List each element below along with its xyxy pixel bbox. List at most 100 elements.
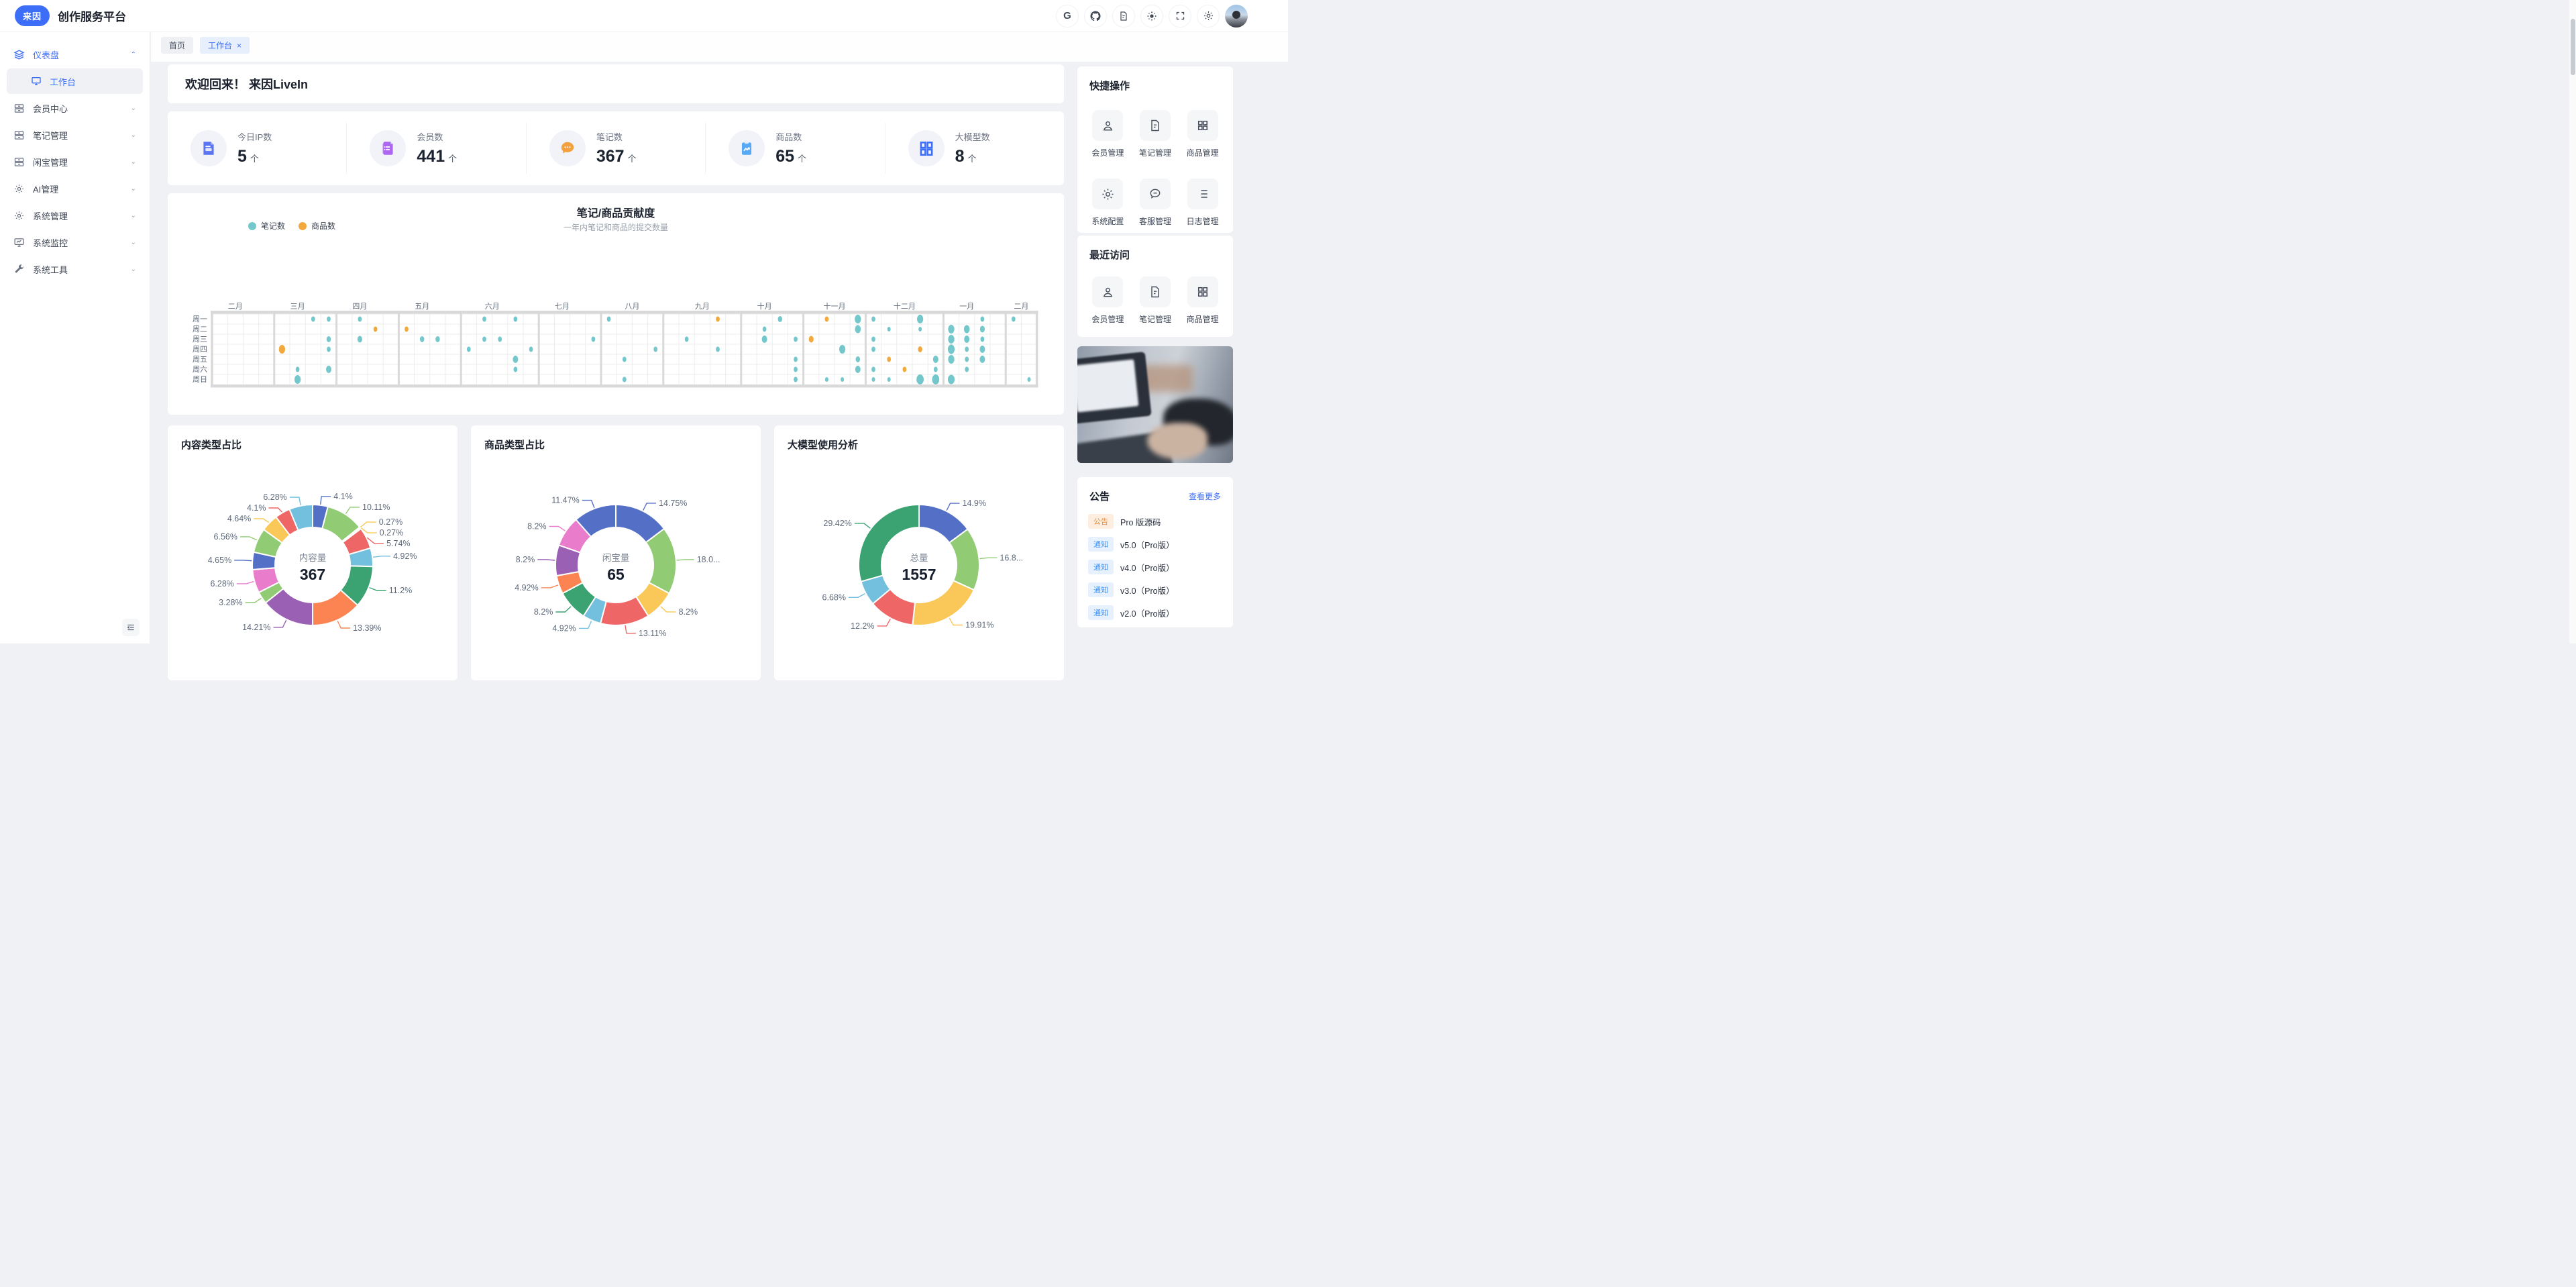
tab-workbench[interactable]: 工作台 × (200, 37, 250, 54)
wrench-icon (13, 264, 25, 275)
recent-visit-1[interactable]: 笔记管理 (1132, 276, 1179, 325)
recent-visits-card: 最近访问 会员管理 笔记管理 商品管理 (1077, 236, 1233, 337)
svg-text:四月: 四月 (352, 303, 367, 311)
quick-action-4[interactable]: 客服管理 (1132, 178, 1179, 227)
svg-text:4.1%: 4.1% (333, 492, 353, 501)
sidebar-item-notes[interactable]: 笔记管理 ⌄ (7, 122, 143, 148)
quick-action-3[interactable]: 系统配置 (1084, 178, 1132, 227)
svg-text:周四: 周四 (193, 345, 207, 354)
gitee-icon[interactable]: G (1056, 5, 1079, 28)
sidebar-collapse-button[interactable] (122, 619, 140, 636)
window-scrollbar[interactable] (2569, 0, 2576, 644)
contribution-chart-card: 笔记/商品贡献度 一年内笔记和商品的提交数量 笔记数 商品数 二月三月四月五月六… (168, 193, 1064, 415)
legend-products[interactable]: 商品数 (299, 220, 335, 231)
top-navbar: 来因 创作服务平台 G (0, 0, 1288, 32)
document-icon[interactable] (1112, 5, 1135, 28)
sidebar-item-monitor[interactable]: 系统监控 ⌄ (7, 229, 143, 255)
sidebar-item-system[interactable]: 系统管理 ⌄ (7, 203, 143, 228)
model-usage-donut: 14.9%16.8...19.91%12.2%6.68%29.42%总量 155… (774, 452, 1064, 678)
svg-text:11.47%: 11.47% (551, 496, 579, 505)
welcome-card: 欢迎回来！ 来因LiveIn (168, 64, 1064, 103)
svg-text:6.68%: 6.68% (822, 593, 846, 602)
svg-text:8.2%: 8.2% (679, 607, 698, 617)
svg-text:4.92%: 4.92% (515, 583, 538, 593)
svg-text:十月: 十月 (757, 301, 772, 311)
svg-text:6.28%: 6.28% (263, 493, 286, 502)
svg-text:18.0...: 18.0... (697, 555, 720, 564)
sidebar-item-label: 系统管理 (33, 209, 68, 222)
quick-action-5[interactable]: 日志管理 (1179, 178, 1226, 227)
user-avatar[interactable] (1225, 5, 1248, 28)
quick-action-2[interactable]: 商品管理 (1179, 110, 1226, 158)
announcement-badge: 通知 (1088, 605, 1114, 620)
svg-text:0.27%: 0.27% (380, 528, 403, 537)
svg-text:11.2%: 11.2% (389, 586, 413, 595)
monitor-icon (31, 76, 42, 87)
quick-action-0[interactable]: 会员管理 (1084, 110, 1132, 158)
stat-members: 会员数 441个 (347, 123, 526, 174)
legend-notes[interactable]: 笔记数 (248, 220, 285, 231)
settings-gear-icon[interactable] (1197, 5, 1220, 28)
document-icon (1140, 276, 1171, 307)
announcement-item-0[interactable]: 公告 Pro 版源码 (1088, 514, 1222, 529)
sidebar-item-ai[interactable]: AI管理 ⌄ (7, 176, 143, 201)
quick-action-1[interactable]: 笔记管理 (1132, 110, 1179, 158)
svg-text:367: 367 (300, 566, 325, 583)
sidebar-item-workbench[interactable]: 工作台 (7, 68, 143, 94)
github-icon[interactable] (1084, 5, 1107, 28)
svg-text:6.56%: 6.56% (214, 532, 237, 542)
sidebar-subitem-label: 工作台 (50, 75, 76, 88)
monitor-chart-icon (13, 237, 25, 248)
chevron-down-icon: ⌄ (131, 239, 136, 246)
announcement-item-2[interactable]: 通知 v4.0（Pro版） (1088, 560, 1222, 574)
sidebar-item-label: 闲宝管理 (33, 156, 68, 168)
svg-text:三月: 三月 (290, 303, 305, 311)
panel-title: 最近访问 (1077, 236, 1233, 262)
sidebar-item-members[interactable]: 会员中心 ⌄ (7, 95, 143, 121)
stat-products: 商品数 65个 (706, 123, 885, 174)
user-icon (1092, 276, 1123, 307)
announcement-item-3[interactable]: 通知 v3.0（Pro版） (1088, 582, 1222, 597)
svg-text:14.9%: 14.9% (963, 499, 986, 508)
svg-text:闲宝量: 闲宝量 (602, 553, 630, 563)
announcement-badge: 通知 (1088, 582, 1114, 597)
svg-text:1557: 1557 (902, 566, 936, 583)
chart-legend: 笔记数 商品数 (248, 220, 335, 231)
svg-text:八月: 八月 (625, 303, 639, 311)
app-logo[interactable]: 来因 (15, 5, 50, 26)
sidebar-item-dashboard[interactable]: 仪表盘 ⌃ (7, 42, 143, 67)
svg-text:3.28%: 3.28% (219, 598, 242, 607)
sidebar-item-label: 系统监控 (33, 236, 68, 249)
svg-text:一月: 一月 (959, 303, 974, 311)
announcement-item-4[interactable]: 通知 v2.0（Pro版） (1088, 605, 1222, 620)
svg-text:4.92%: 4.92% (552, 623, 576, 633)
theme-icon[interactable] (1140, 5, 1163, 28)
view-more-link[interactable]: 查看更多 (1189, 491, 1221, 502)
svg-text:五月: 五月 (415, 303, 429, 311)
svg-text:16.8...: 16.8... (1000, 553, 1023, 562)
recent-visit-0[interactable]: 会员管理 (1084, 276, 1132, 325)
svg-text:周五: 周五 (193, 355, 207, 364)
announcement-item-1[interactable]: 通知 v5.0（Pro版） (1088, 537, 1222, 552)
scrollbar-thumb[interactable] (2571, 19, 2575, 75)
sidebar-item-tools[interactable]: 系统工具 ⌄ (7, 256, 143, 282)
sidebar-item-xianbao[interactable]: 闲宝管理 ⌄ (7, 149, 143, 174)
announcement-text: Pro 版源码 (1120, 515, 1161, 528)
svg-text:周日: 周日 (193, 375, 207, 384)
content-type-donut-card: 内容类型占比 4.1%10.11%0.27%0.27%5.74%4.92%11.… (168, 425, 458, 680)
recent-visit-2[interactable]: 商品管理 (1179, 276, 1226, 325)
close-icon[interactable]: × (237, 41, 241, 50)
server-list-icon (13, 103, 25, 114)
content-type-donut: 4.1%10.11%0.27%0.27%5.74%4.92%11.2%13.39… (168, 452, 458, 678)
chart-title: 商品类型占比 (471, 425, 761, 452)
svg-text:8.2%: 8.2% (534, 607, 553, 617)
fullscreen-icon[interactable] (1169, 5, 1191, 28)
svg-text:周六: 周六 (193, 365, 207, 374)
tab-strip: 首页 工作台 × (151, 32, 1288, 62)
product-type-donut-card: 商品类型占比 14.75%18.0...8.2%13.11%4.92%8.2%4… (471, 425, 761, 680)
tab-home[interactable]: 首页 (161, 37, 193, 54)
chevron-down-icon: ⌄ (131, 185, 136, 193)
workspace-photo[interactable] (1077, 346, 1233, 463)
svg-text:4.64%: 4.64% (227, 514, 251, 523)
gear-icon (1092, 178, 1123, 209)
